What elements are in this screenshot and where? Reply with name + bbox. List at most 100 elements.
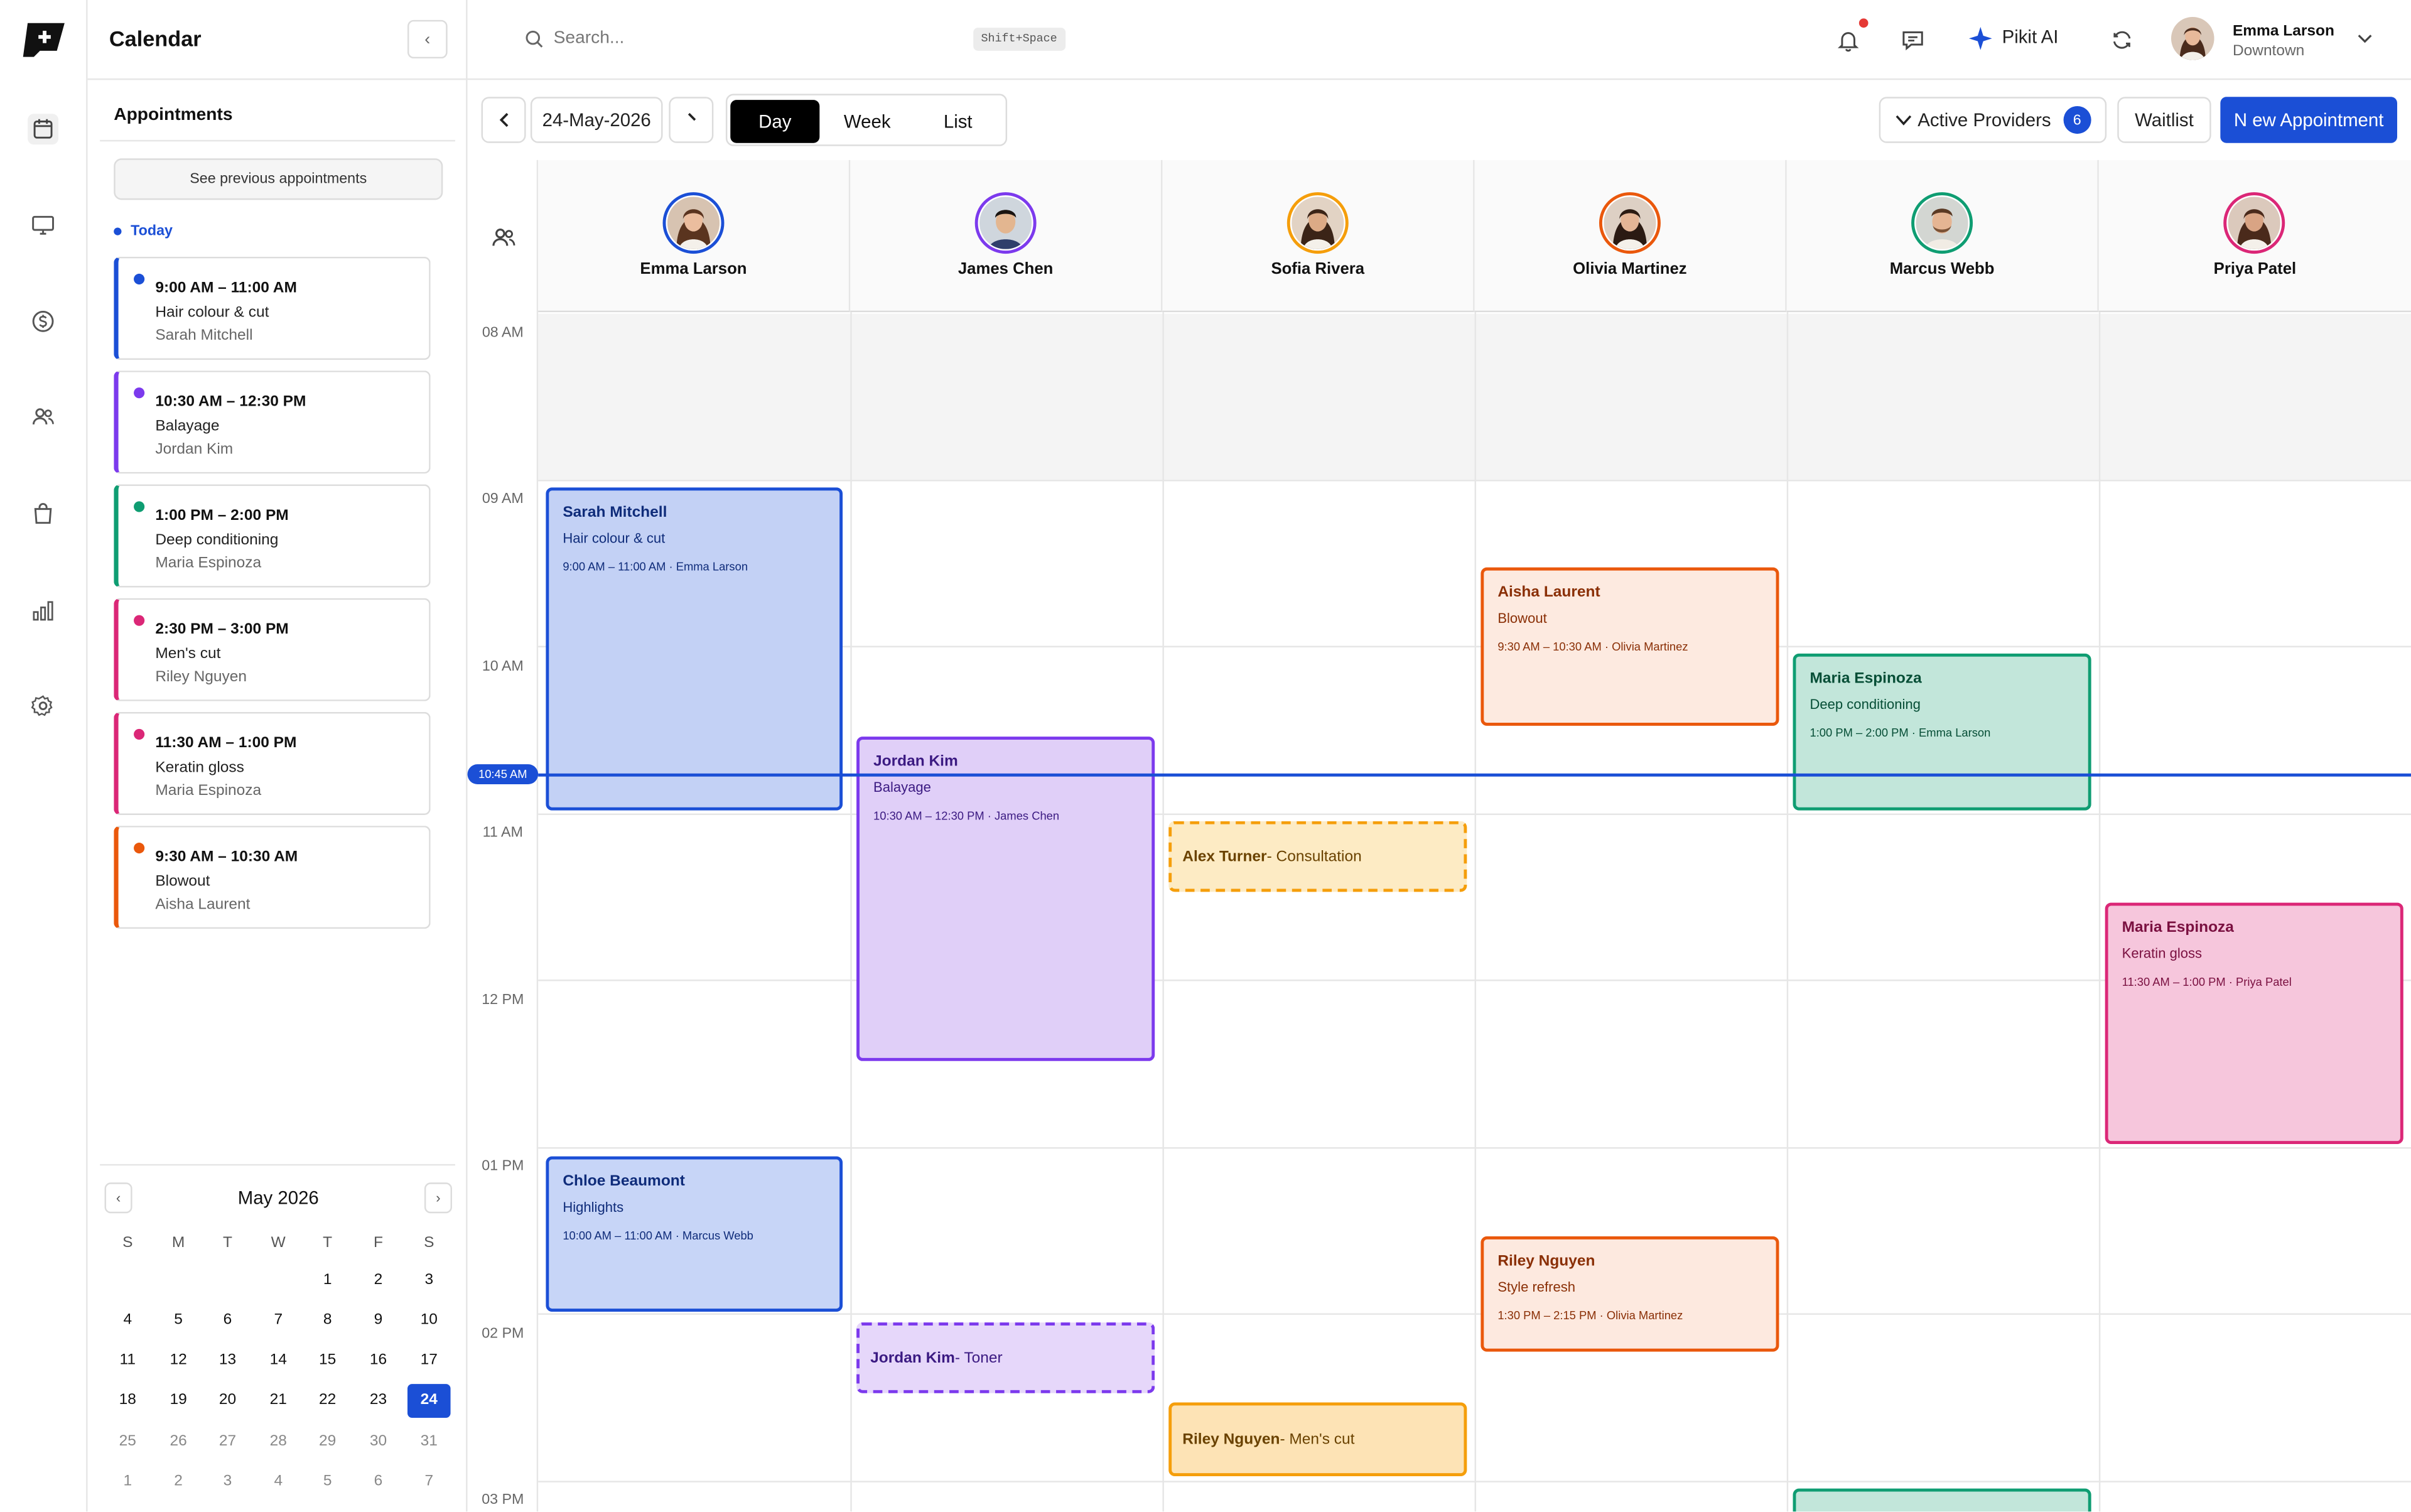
calendar-day[interactable]: 1	[306, 1263, 349, 1297]
user-name: Emma Larson	[2232, 23, 2334, 40]
chevron-down-icon[interactable]	[2356, 30, 2374, 48]
provider-header[interactable]: Emma Larson	[538, 159, 851, 313]
calendar-app: Calendar ‹ Appointments See previous app…	[0, 0, 2411, 1512]
calendar-icon[interactable]	[28, 114, 59, 145]
appointment-card[interactable]: 2:30 PM – 3:00 PM Men's cut Riley Nguyen	[114, 598, 431, 701]
event-detail: 9:00 AM – 11:00 AM · Emma Larson	[563, 559, 748, 574]
selected-day[interactable]: 24	[407, 1383, 451, 1418]
date-picker[interactable]: 24-May-2026	[530, 97, 663, 143]
calendar-day[interactable]: 16	[357, 1343, 400, 1377]
calendar-day[interactable]: 4	[106, 1303, 149, 1337]
users-icon[interactable]	[490, 225, 517, 251]
search-input[interactable]: Search...	[554, 30, 625, 48]
hour-label: 10 AM	[482, 658, 524, 676]
active-providers-dropdown[interactable]: Active Providers 6	[1879, 97, 2107, 143]
calendar-day[interactable]: 9	[357, 1303, 400, 1337]
calendar-day[interactable]: 4	[257, 1465, 300, 1499]
user-avatar[interactable]	[2171, 16, 2214, 60]
appointment-event[interactable]: Jordan Kim Balayage 10:30 AM – 12:30 PM …	[856, 737, 1155, 1061]
calendar-day[interactable]: 29	[306, 1424, 349, 1458]
status-dot-icon	[134, 387, 145, 399]
view-list-tab[interactable]: List	[915, 100, 1001, 143]
calendar-day[interactable]: 5	[306, 1465, 349, 1499]
calendar-day[interactable]: 15	[306, 1343, 349, 1377]
calendar-day[interactable]: 14	[257, 1343, 300, 1377]
appointment-event[interactable]: Maria Espinoza Deep conditioning 1:00 PM…	[1793, 653, 2091, 811]
appointment-event[interactable]	[1793, 1488, 2091, 1512]
calendar-day[interactable]: 25	[106, 1424, 149, 1458]
dollar-icon[interactable]	[28, 306, 58, 337]
divider	[100, 139, 455, 142]
calendar-day[interactable]: 27	[206, 1424, 249, 1458]
calendar-day[interactable]: 22	[306, 1384, 349, 1418]
calendar-day[interactable]: 13	[206, 1343, 249, 1377]
appointment-event[interactable]: Aisha Laurent Blowout 9:30 AM – 10:30 AM…	[1481, 567, 1779, 726]
see-previous-appointments-button[interactable]: See previous appointments	[114, 158, 443, 200]
collapse-panel-button[interactable]: ‹	[407, 19, 448, 59]
provider-header[interactable]: Sofia Rivera	[1162, 159, 1475, 313]
chat-icon[interactable]	[1899, 26, 1927, 54]
prev-day-button[interactable]	[481, 97, 526, 143]
panel-title: Calendar	[109, 26, 202, 51]
calendar-day[interactable]: 8	[306, 1303, 349, 1337]
calendar-day[interactable]: 6	[357, 1465, 400, 1499]
waitlist-button[interactable]: Waitlist	[2117, 97, 2211, 143]
calendar-day[interactable]: 31	[407, 1424, 451, 1458]
appointment-card[interactable]: 9:00 AM – 11:00 AM Hair colour & cut Sar…	[114, 256, 431, 360]
pending-appointment-event[interactable]: Alex Turner - Consultation	[1168, 821, 1467, 892]
appointment-event[interactable]: Chloe Beaumont Highlights 10:00 AM – 11:…	[546, 1156, 843, 1312]
calendar-day[interactable]: 7	[257, 1303, 300, 1337]
appointment-event[interactable]: Maria Espinoza Keratin gloss 11:30 AM – …	[2105, 902, 2403, 1145]
calendar-day[interactable]: 6	[206, 1303, 249, 1337]
appointment-card[interactable]: 9:30 AM – 10:30 AM Blowout Aisha Laurent	[114, 826, 431, 929]
calendar-day[interactable]: 2	[157, 1465, 200, 1499]
view-day-tab[interactable]: Day	[730, 100, 820, 143]
appointment-card[interactable]: 1:00 PM – 2:00 PM Deep conditioning Mari…	[114, 484, 431, 588]
calendar-day[interactable]: 5	[157, 1303, 200, 1337]
calendar-day[interactable]: 23	[357, 1384, 400, 1418]
users-icon[interactable]	[28, 401, 58, 432]
provider-header[interactable]: Marcus Webb	[1786, 159, 2099, 313]
prev-month-button[interactable]: ‹	[104, 1182, 132, 1214]
view-week-tab[interactable]: Week	[826, 100, 909, 143]
new-appointment-button[interactable]: N ew Appointment	[2220, 97, 2397, 143]
bell-icon[interactable]	[1835, 26, 1862, 54]
calendar-day[interactable]: 26	[157, 1424, 200, 1458]
event-detail: 1:30 PM – 2:15 PM · Olivia Martinez	[1497, 1309, 1683, 1323]
pikit-ai-button[interactable]: Pikit AI	[2002, 26, 2059, 48]
provider-header[interactable]: James Chen	[850, 159, 1163, 313]
provider-header[interactable]: Priya Patel	[2098, 159, 2411, 313]
appointment-event[interactable]: Riley Nguyen Style refresh 1:30 PM – 2:1…	[1481, 1236, 1779, 1352]
shopping-bag-icon[interactable]	[28, 498, 58, 529]
calendar-day[interactable]: 3	[206, 1465, 249, 1499]
calendar-day[interactable]: 1	[106, 1465, 149, 1499]
calendar-day[interactable]: 2	[357, 1263, 400, 1297]
pending-appointment-event[interactable]: Jordan Kim - Toner	[856, 1322, 1155, 1393]
calendar-day[interactable]: 21	[257, 1384, 300, 1418]
next-day-button[interactable]	[669, 97, 714, 143]
app-logo[interactable]	[20, 21, 66, 58]
appointment-card[interactable]: 10:30 AM – 12:30 PM Balayage Jordan Kim	[114, 370, 431, 474]
provider-header[interactable]: Olivia Martinez	[1474, 159, 1787, 313]
appointment-time: 9:30 AM – 10:30 AM	[155, 848, 298, 866]
monitor-icon[interactable]	[28, 209, 58, 240]
settings-icon[interactable]	[28, 691, 58, 721]
calendar-day[interactable]: 30	[357, 1424, 400, 1458]
calendar-day[interactable]: 20	[206, 1384, 249, 1418]
appointment-event[interactable]: Riley Nguyen - Men's cut	[1168, 1402, 1467, 1477]
calendar-day[interactable]: 17	[407, 1343, 451, 1377]
calendar-day[interactable]: 3	[407, 1263, 451, 1297]
provider-name: Olivia Martinez	[1573, 259, 1687, 279]
next-month-button[interactable]: ›	[424, 1182, 453, 1214]
calendar-day[interactable]: 18	[106, 1384, 149, 1418]
calendar-day[interactable]: 28	[257, 1424, 300, 1458]
calendar-day[interactable]: 12	[157, 1343, 200, 1377]
calendar-day[interactable]: 11	[106, 1343, 149, 1377]
calendar-day[interactable]: 7	[407, 1465, 451, 1499]
calendar-day[interactable]: 10	[407, 1303, 451, 1337]
refresh-icon[interactable]	[2108, 26, 2136, 54]
appointment-event[interactable]: Sarah Mitchell Hair colour & cut 9:00 AM…	[546, 487, 843, 811]
bar-chart-icon[interactable]	[28, 595, 58, 626]
appointment-card[interactable]: 11:30 AM – 1:00 PM Keratin gloss Maria E…	[114, 711, 431, 815]
calendar-day[interactable]: 19	[157, 1384, 200, 1418]
